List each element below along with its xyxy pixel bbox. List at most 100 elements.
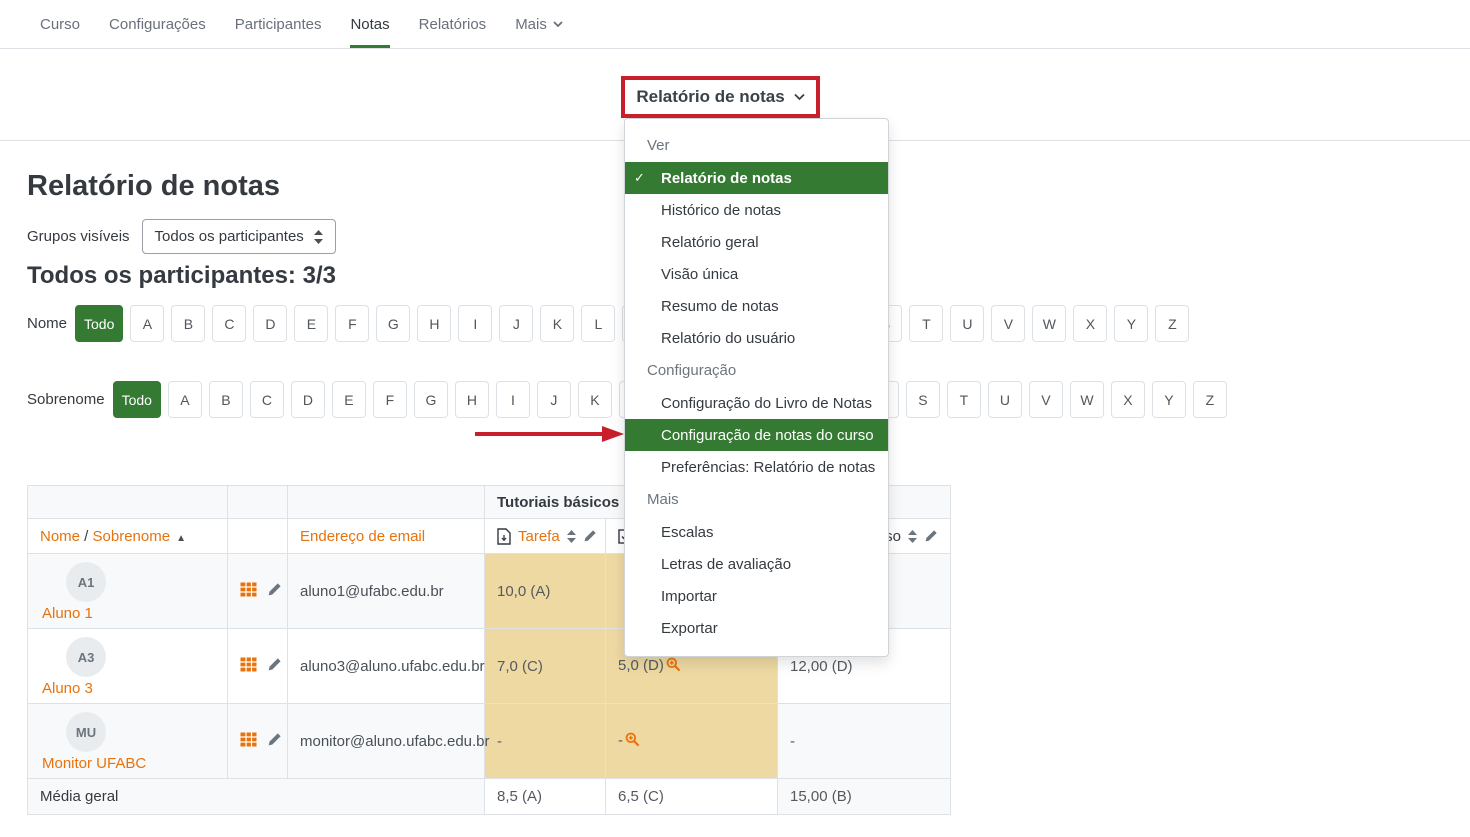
student-email: aluno3@aluno.ufabc.edu.br — [288, 629, 485, 704]
menu-item-label: Importar — [661, 588, 717, 605]
tarefa-average: 8,5 (A) — [485, 779, 606, 815]
menu-item[interactable]: Resumo de notas — [625, 290, 888, 322]
letter-l-button[interactable]: L — [581, 305, 615, 342]
letter-e-button[interactable]: E — [332, 381, 366, 418]
letter-v-button[interactable]: V — [1029, 381, 1063, 418]
letter-u-button[interactable]: U — [950, 305, 984, 342]
student-name-link[interactable]: Aluno 1 — [42, 605, 215, 622]
menu-item[interactable]: Histórico de notas — [625, 194, 888, 226]
sort-last-name-link[interactable]: Sobrenome — [93, 528, 171, 545]
tab-relatorios[interactable]: Relatórios — [419, 0, 487, 48]
letter-g-button[interactable]: G — [376, 305, 410, 342]
avatar[interactable]: A1 — [66, 562, 106, 602]
letter-y-button[interactable]: Y — [1114, 305, 1148, 342]
sort-email-link[interactable]: Endereço de email — [300, 528, 425, 545]
visible-groups-label: Grupos visíveis — [27, 228, 130, 245]
course-nav: Curso Configurações Participantes Notas … — [0, 0, 1470, 49]
tab-label: Mais — [515, 16, 547, 33]
letter-h-button[interactable]: H — [455, 381, 489, 418]
edit-pencil-icon[interactable] — [267, 657, 282, 672]
single-view-grid-icon[interactable] — [240, 732, 257, 747]
sort-first-name-link[interactable]: Nome — [40, 528, 80, 545]
letter-b-button[interactable]: B — [209, 381, 243, 418]
letter-v-button[interactable]: V — [991, 305, 1025, 342]
student-email: monitor@aluno.ufabc.edu.br — [288, 704, 485, 779]
letter-c-button[interactable]: C — [212, 305, 246, 342]
letter-a-button[interactable]: A — [130, 305, 164, 342]
letter-h-button[interactable]: H — [417, 305, 451, 342]
tab-label: Notas — [350, 16, 389, 33]
letter-j-button[interactable]: J — [499, 305, 533, 342]
report-selector-button[interactable]: Relatório de notas — [621, 76, 820, 118]
single-view-grid-icon[interactable] — [240, 657, 257, 672]
menu-item[interactable]: ✓Relatório de notas — [625, 162, 888, 194]
tab-curso[interactable]: Curso — [40, 0, 80, 48]
letter-b-button[interactable]: B — [171, 305, 205, 342]
tarefa-column-link[interactable]: Tarefa — [518, 528, 560, 545]
name-sort-header: Nome / Sobrenome▲ — [28, 519, 228, 554]
sort-toggle-icon[interactable] — [567, 530, 576, 543]
edit-pencil-icon[interactable] — [267, 732, 282, 747]
visible-groups-select[interactable]: Todos os participantes — [142, 219, 336, 254]
letter-c-button[interactable]: C — [250, 381, 284, 418]
menu-item[interactable]: Escalas — [625, 516, 888, 548]
student-name-link[interactable]: Monitor UFABC — [42, 755, 215, 772]
menu-item[interactable]: Relatório geral — [625, 226, 888, 258]
edit-pencil-icon[interactable] — [583, 529, 597, 543]
student-name-link[interactable]: Aluno 3 — [42, 680, 215, 697]
letter-k-button[interactable]: K — [578, 381, 612, 418]
letter-t-button[interactable]: T — [909, 305, 943, 342]
letter-g-button[interactable]: G — [414, 381, 448, 418]
edit-pencil-icon[interactable] — [267, 582, 282, 597]
letter-f-button[interactable]: F — [335, 305, 369, 342]
tarefa-grade-cell[interactable]: 10,0 (A) — [485, 554, 606, 629]
letter-z-button[interactable]: Z — [1155, 305, 1189, 342]
zoom-in-icon[interactable] — [625, 732, 640, 747]
menu-item[interactable]: Relatório do usuário — [625, 322, 888, 354]
menu-item[interactable]: Exportar — [625, 612, 888, 644]
menu-item[interactable]: Letras de avaliação — [625, 548, 888, 580]
letter-s-button[interactable]: S — [906, 381, 940, 418]
tab-configuracoes[interactable]: Configurações — [109, 0, 206, 48]
tarefa-grade-cell[interactable]: 7,0 (C) — [485, 629, 606, 704]
menu-item[interactable]: Visão única — [625, 258, 888, 290]
tab-participantes[interactable]: Participantes — [235, 0, 322, 48]
letter-k-button[interactable]: K — [540, 305, 574, 342]
menu-item-label: Histórico de notas — [661, 202, 781, 219]
avatar[interactable]: MU — [66, 712, 106, 752]
tarefa-grade-cell[interactable]: - — [485, 704, 606, 779]
tab-notas[interactable]: Notas — [350, 0, 389, 48]
report-selector-label: Relatório de notas — [636, 87, 784, 107]
letter-f-button[interactable]: F — [373, 381, 407, 418]
tarefa-header: Tarefa — [485, 519, 606, 554]
letter-i-button[interactable]: I — [496, 381, 530, 418]
letter-i-button[interactable]: I — [458, 305, 492, 342]
sort-toggle-icon[interactable] — [908, 530, 917, 543]
menu-item[interactable]: Configuração de notas do curso — [625, 419, 888, 451]
letter-z-button[interactable]: Z — [1193, 381, 1227, 418]
single-view-grid-icon[interactable] — [240, 582, 257, 597]
avatar[interactable]: A3 — [66, 637, 106, 677]
letter-x-button[interactable]: X — [1073, 305, 1107, 342]
letter-a-button[interactable]: A — [168, 381, 202, 418]
letter-w-button[interactable]: W — [1032, 305, 1066, 342]
first-name-all-button[interactable]: Todo — [75, 305, 123, 342]
zoom-in-icon[interactable] — [666, 657, 681, 672]
tab-mais[interactable]: Mais — [515, 0, 563, 48]
letter-j-button[interactable]: J — [537, 381, 571, 418]
letter-d-button[interactable]: D — [291, 381, 325, 418]
letter-x-button[interactable]: X — [1111, 381, 1145, 418]
letter-e-button[interactable]: E — [294, 305, 328, 342]
tab-label: Relatórios — [419, 16, 487, 33]
letter-u-button[interactable]: U — [988, 381, 1022, 418]
letter-w-button[interactable]: W — [1070, 381, 1104, 418]
letter-y-button[interactable]: Y — [1152, 381, 1186, 418]
menu-item[interactable]: Configuração do Livro de Notas — [625, 387, 888, 419]
menu-item[interactable]: Preferências: Relatório de notas — [625, 451, 888, 483]
letter-t-button[interactable]: T — [947, 381, 981, 418]
letter-d-button[interactable]: D — [253, 305, 287, 342]
menu-item[interactable]: Importar — [625, 580, 888, 612]
edit-pencil-icon[interactable] — [924, 529, 938, 543]
quiz-grade-cell[interactable]: - — [606, 704, 778, 779]
last-name-all-button[interactable]: Todo — [113, 381, 161, 418]
